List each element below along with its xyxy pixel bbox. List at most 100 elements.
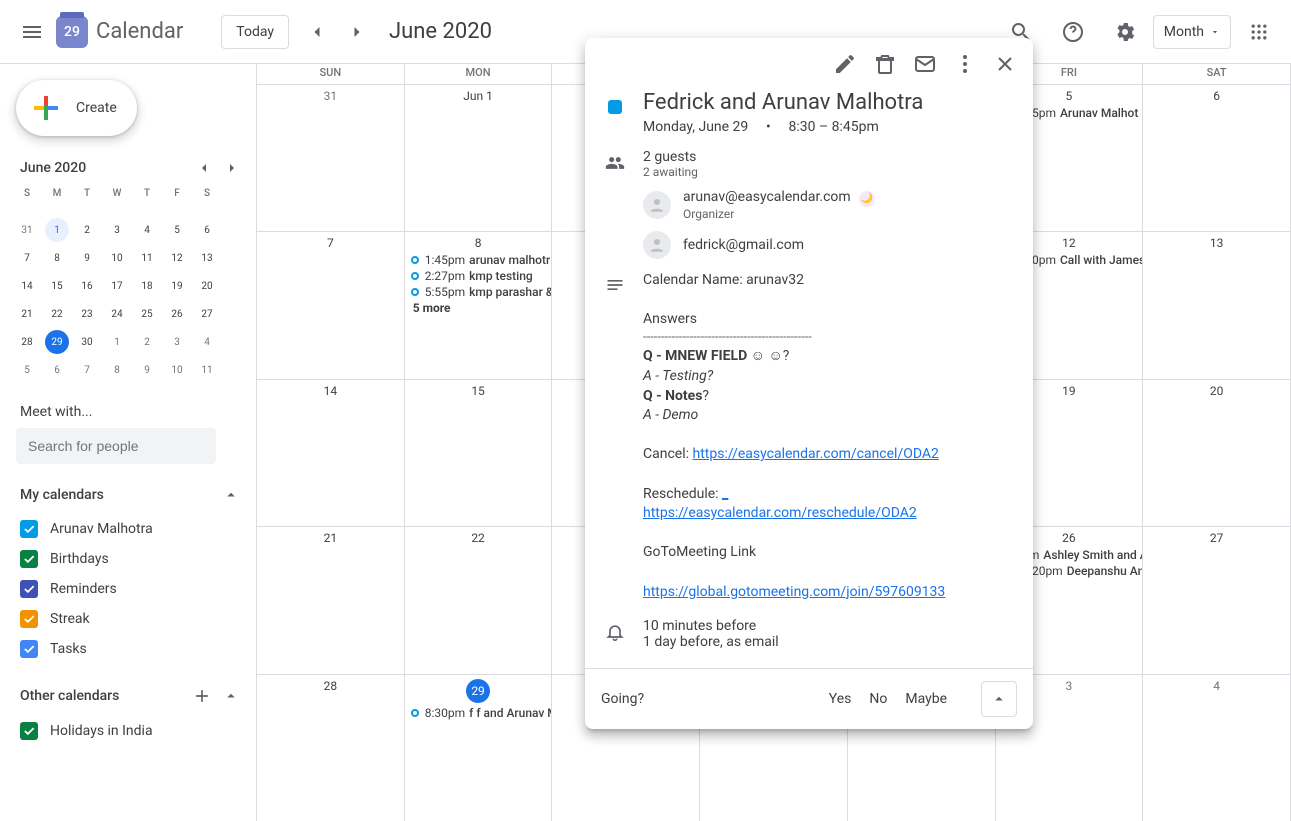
mini-day[interactable]: 27 xyxy=(192,300,222,328)
delete-button[interactable] xyxy=(865,44,905,84)
mini-day[interactable]: 4 xyxy=(132,216,162,244)
calendar-item[interactable]: Birthdays xyxy=(12,544,256,574)
edit-button[interactable] xyxy=(825,44,865,84)
checkbox-icon[interactable] xyxy=(20,580,38,598)
mini-day[interactable]: 6 xyxy=(192,216,222,244)
mini-day[interactable]: 10 xyxy=(162,356,192,384)
mini-prev-button[interactable] xyxy=(192,156,216,180)
reschedule-link[interactable]: https://easycalendar.com/reschedule/ODA2 xyxy=(643,505,917,521)
checkbox-icon[interactable] xyxy=(20,520,38,538)
search-people-input[interactable] xyxy=(16,428,216,464)
cancel-link[interactable]: https://easycalendar.com/cancel/ODA2 xyxy=(692,446,938,462)
mini-day[interactable]: 6 xyxy=(42,356,72,384)
mini-day[interactable]: 2 xyxy=(72,216,102,244)
mini-day[interactable]: 16 xyxy=(72,272,102,300)
calendar-item[interactable]: Holidays in India xyxy=(12,716,256,746)
mini-day[interactable]: 5 xyxy=(12,356,42,384)
mini-day[interactable]: 26 xyxy=(162,300,192,328)
day-cell[interactable]: 15 xyxy=(405,380,553,526)
rsvp-no[interactable]: No xyxy=(869,691,887,707)
mini-day[interactable]: 3 xyxy=(102,216,132,244)
mini-day[interactable]: 23 xyxy=(72,300,102,328)
calendar-item[interactable]: Streak xyxy=(12,604,256,634)
mini-day[interactable]: 10 xyxy=(102,244,132,272)
calendar-item[interactable]: Reminders xyxy=(12,574,256,604)
menu-button[interactable] xyxy=(8,8,56,56)
mini-day[interactable]: 21 xyxy=(12,300,42,328)
gtm-link[interactable]: https://global.gotomeeting.com/join/5976… xyxy=(643,584,945,600)
day-cell[interactable]: 14 xyxy=(257,380,405,526)
mini-day[interactable]: 9 xyxy=(72,244,102,272)
settings-button[interactable] xyxy=(1101,8,1149,56)
mini-day[interactable]: 13 xyxy=(192,244,222,272)
mini-day[interactable]: 1 xyxy=(42,216,72,244)
reschedule-link-underscore[interactable]: _ xyxy=(722,486,728,502)
day-cell[interactable]: 22 xyxy=(405,527,553,673)
mini-day[interactable]: 30 xyxy=(72,328,102,356)
day-cell[interactable]: 298:30pmf f and Arunav M xyxy=(405,675,553,821)
mini-day[interactable]: 15 xyxy=(42,272,72,300)
mini-day[interactable]: 4 xyxy=(192,328,222,356)
day-cell[interactable]: Jun 1 xyxy=(405,85,553,231)
more-events-link[interactable]: 5 more xyxy=(405,300,552,316)
checkbox-icon[interactable] xyxy=(20,640,38,658)
day-cell[interactable]: 31 xyxy=(257,85,405,231)
email-button[interactable] xyxy=(905,44,945,84)
expand-button[interactable] xyxy=(981,681,1017,717)
mini-day[interactable]: 7 xyxy=(12,244,42,272)
day-cell[interactable]: 13 xyxy=(1143,232,1291,378)
mini-day[interactable]: 24 xyxy=(102,300,132,328)
mini-day[interactable]: 8 xyxy=(42,244,72,272)
apps-button[interactable] xyxy=(1235,8,1283,56)
mini-day[interactable]: 22 xyxy=(42,300,72,328)
calendar-item[interactable]: Arunav Malhotra xyxy=(12,514,256,544)
day-cell[interactable]: 6 xyxy=(1143,85,1291,231)
mini-day[interactable]: 18 xyxy=(132,272,162,300)
mini-day[interactable]: 11 xyxy=(192,356,222,384)
mini-day[interactable]: 25 xyxy=(132,300,162,328)
close-button[interactable] xyxy=(985,44,1025,84)
mini-day[interactable]: 11 xyxy=(132,244,162,272)
day-cell[interactable]: 7 xyxy=(257,232,405,378)
event-chip[interactable]: 2:27pmkmp testing xyxy=(405,268,552,284)
event-chip[interactable]: 5:55pmkmp parashar & xyxy=(405,284,552,300)
other-calendars-toggle[interactable]: Other calendars xyxy=(12,682,256,710)
mini-day[interactable]: 12 xyxy=(162,244,192,272)
mini-day[interactable]: 2 xyxy=(132,328,162,356)
mini-day[interactable]: 31 xyxy=(12,216,42,244)
mini-day[interactable]: 5 xyxy=(162,216,192,244)
day-cell[interactable]: 4 xyxy=(1143,675,1291,821)
day-cell[interactable]: 27 xyxy=(1143,527,1291,673)
mini-day[interactable]: 1 xyxy=(102,328,132,356)
my-calendars-toggle[interactable]: My calendars xyxy=(12,482,256,508)
mini-day[interactable]: 17 xyxy=(102,272,132,300)
day-cell[interactable]: 21 xyxy=(257,527,405,673)
mini-day[interactable]: 9 xyxy=(132,356,162,384)
prev-month-button[interactable] xyxy=(297,12,337,52)
mini-day[interactable]: 14 xyxy=(12,272,42,300)
create-button[interactable]: Create xyxy=(16,80,137,136)
view-selector[interactable]: Month xyxy=(1153,15,1231,49)
checkbox-icon[interactable] xyxy=(20,550,38,568)
mini-next-button[interactable] xyxy=(220,156,244,180)
event-chip[interactable]: 1:45pmarunav malhotr xyxy=(405,252,552,268)
day-cell[interactable]: 28 xyxy=(257,675,405,821)
checkbox-icon[interactable] xyxy=(20,722,38,740)
mini-day[interactable]: 8 xyxy=(102,356,132,384)
today-button[interactable]: Today xyxy=(221,15,289,49)
rsvp-yes[interactable]: Yes xyxy=(829,691,852,707)
next-month-button[interactable] xyxy=(337,12,377,52)
mini-day[interactable]: 19 xyxy=(162,272,192,300)
add-icon[interactable] xyxy=(192,686,212,706)
more-button[interactable] xyxy=(945,44,985,84)
event-chip[interactable]: 8:30pmf f and Arunav M xyxy=(405,705,552,721)
day-cell[interactable]: 81:45pmarunav malhotr2:27pmkmp testing5:… xyxy=(405,232,553,378)
calendar-item[interactable]: Tasks xyxy=(12,634,256,664)
mini-day[interactable]: 20 xyxy=(192,272,222,300)
mini-day[interactable]: 29 xyxy=(42,328,72,356)
day-cell[interactable]: 20 xyxy=(1143,380,1291,526)
mini-day[interactable]: 28 xyxy=(12,328,42,356)
help-button[interactable] xyxy=(1049,8,1097,56)
mini-day[interactable]: 3 xyxy=(162,328,192,356)
rsvp-maybe[interactable]: Maybe xyxy=(905,691,947,707)
